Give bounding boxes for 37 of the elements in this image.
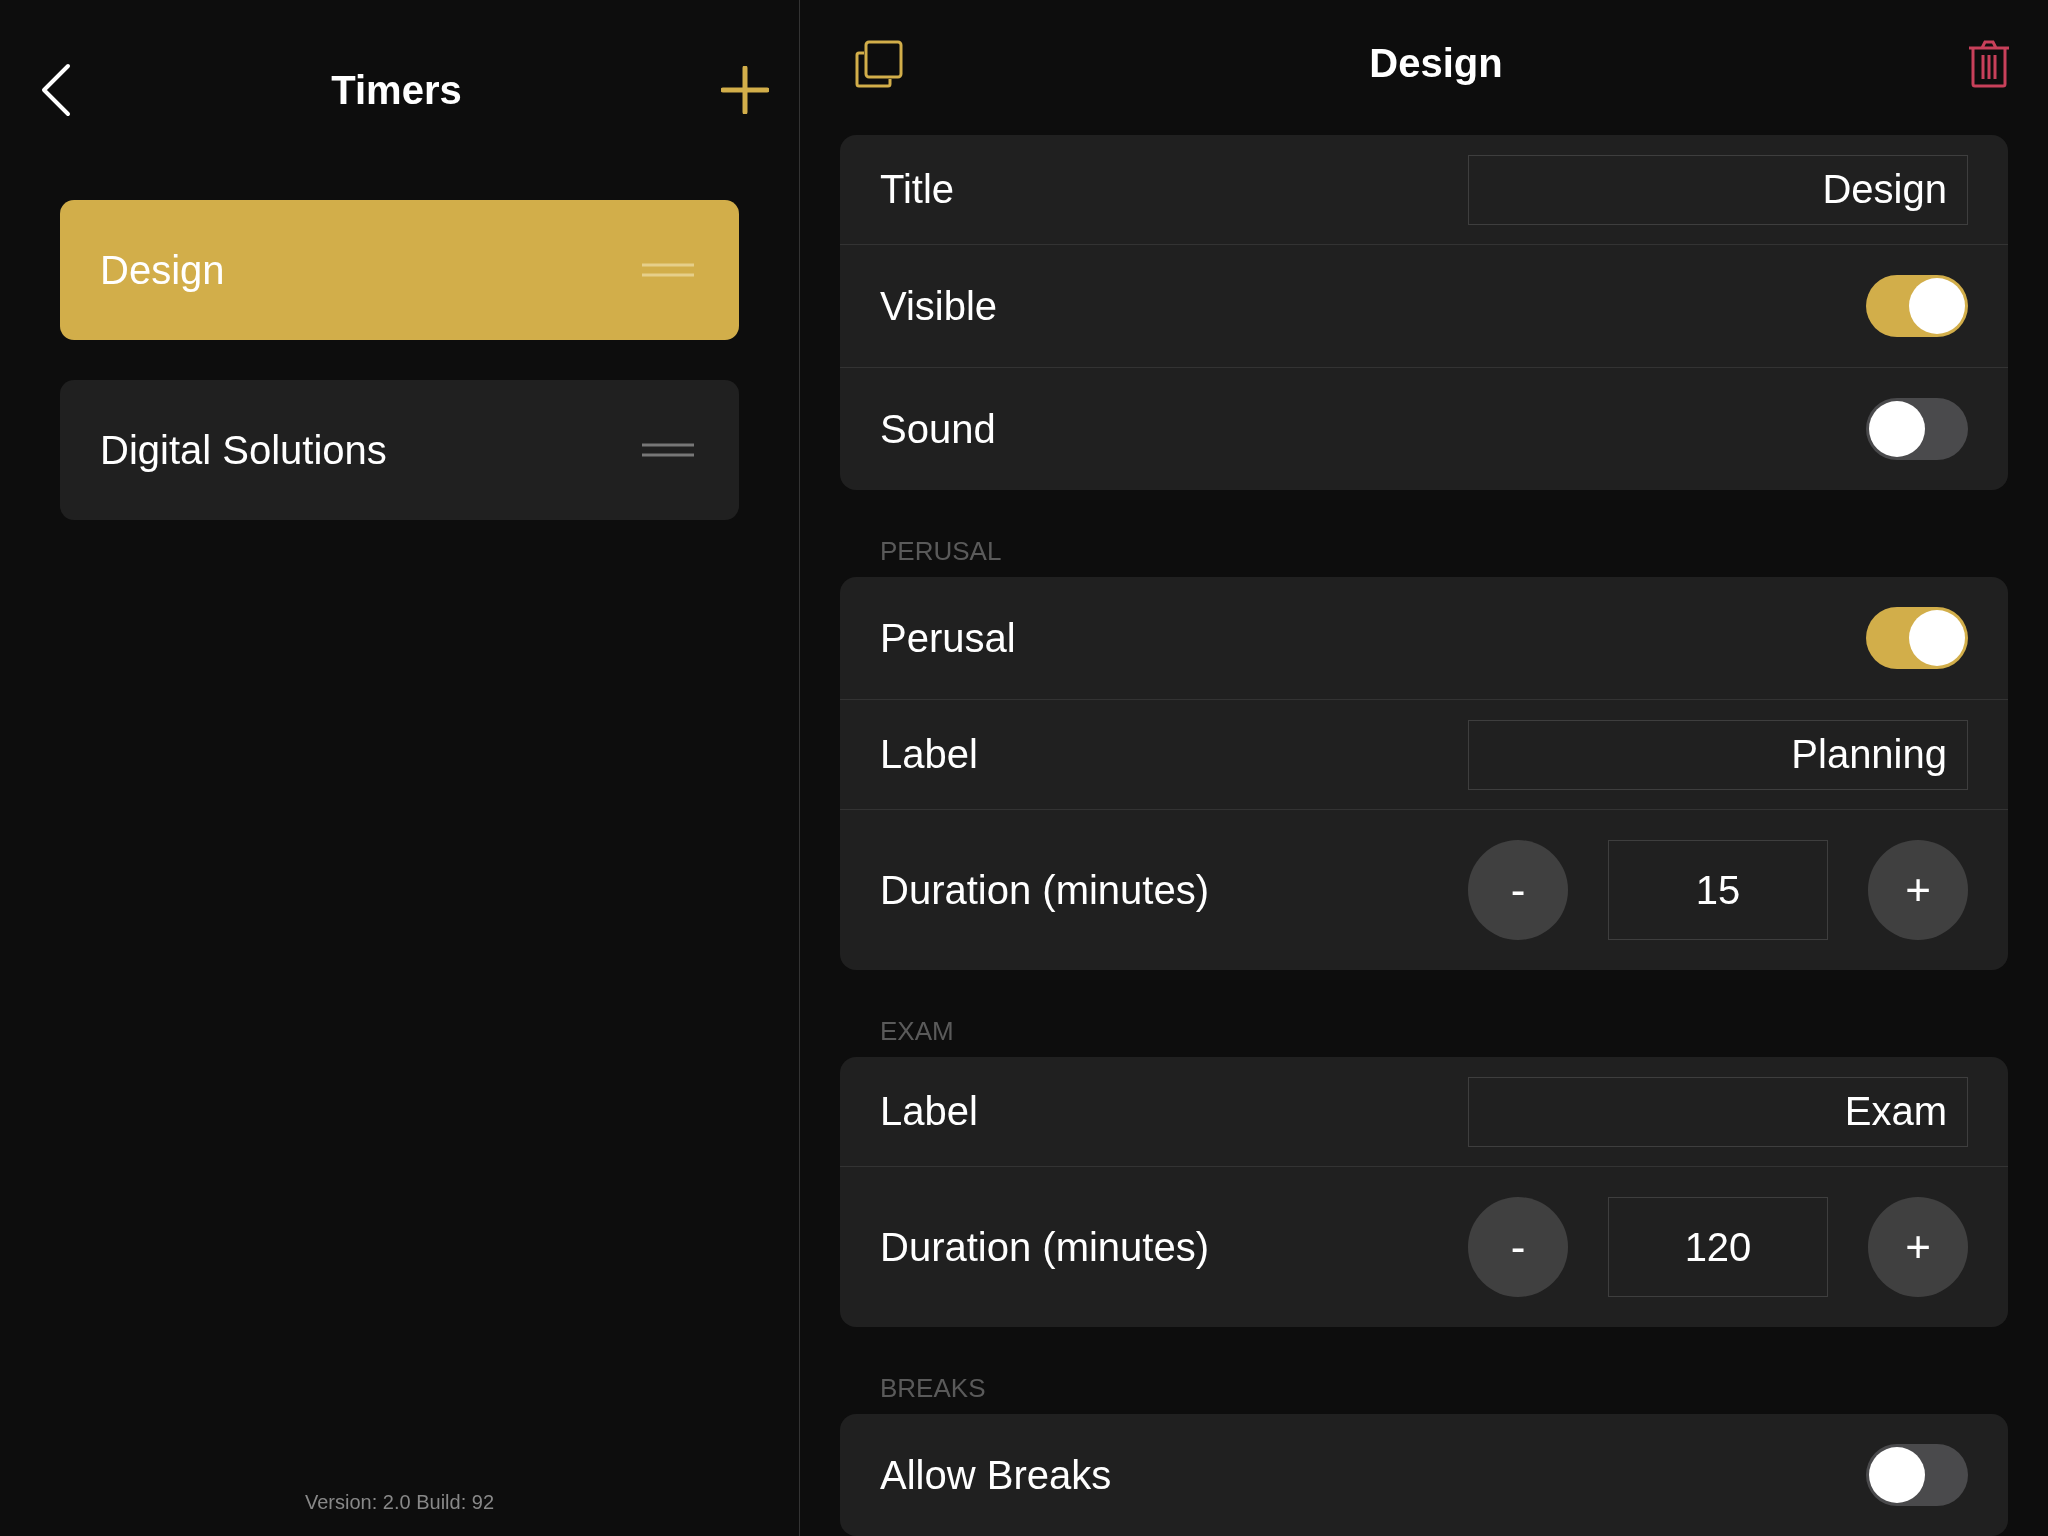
section-header: BREAKS <box>879 1372 987 1405</box>
delete-button[interactable] <box>1968 38 2010 89</box>
sidebar-title: Timers <box>331 67 462 113</box>
timer-name: Digital Solutions <box>100 427 387 473</box>
text-field[interactable]: Design <box>1468 154 1968 225</box>
chevron-left-icon <box>40 63 72 117</box>
number-field[interactable]: 120 <box>1608 1197 1828 1297</box>
text-field[interactable]: Exam <box>1468 1076 1968 1147</box>
section-header: PERUSAL <box>879 535 1003 568</box>
plus-icon <box>721 66 769 114</box>
row-label: Visible <box>880 283 998 329</box>
duplicate-icon <box>854 38 904 89</box>
row-label: Title <box>880 167 955 212</box>
drag-handle-icon[interactable] <box>641 261 695 279</box>
trash-icon <box>1968 38 2010 89</box>
decrement-button[interactable]: - <box>1468 1197 1568 1297</box>
section-header: EXAM <box>879 1015 955 1048</box>
drag-handle-icon[interactable] <box>641 441 695 459</box>
row-label: Allow Breaks <box>880 1452 1112 1498</box>
row-label: Label <box>880 732 978 777</box>
row-label: Duration (minutes) <box>880 1224 1209 1270</box>
version-text: Version: 2.0 Build: 92 <box>304 1491 495 1515</box>
duplicate-button[interactable] <box>854 38 904 89</box>
timer-name: Design <box>100 247 225 293</box>
number-field[interactable]: 15 <box>1608 840 1828 940</box>
text-field[interactable]: Planning <box>1468 719 1968 790</box>
increment-button[interactable]: + <box>1868 840 1968 940</box>
detail-title: Design <box>1369 41 1503 86</box>
row-label: Sound <box>880 406 996 452</box>
back-button[interactable] <box>40 63 72 117</box>
row-label: Duration (minutes) <box>880 867 1209 913</box>
decrement-button[interactable]: - <box>1468 840 1568 940</box>
increment-button[interactable]: + <box>1868 1197 1968 1297</box>
row-label: Perusal <box>880 615 1016 661</box>
timer-item[interactable]: Digital Solutions <box>60 380 739 520</box>
add-button[interactable] <box>721 66 769 114</box>
row-label: Label <box>880 1089 978 1134</box>
